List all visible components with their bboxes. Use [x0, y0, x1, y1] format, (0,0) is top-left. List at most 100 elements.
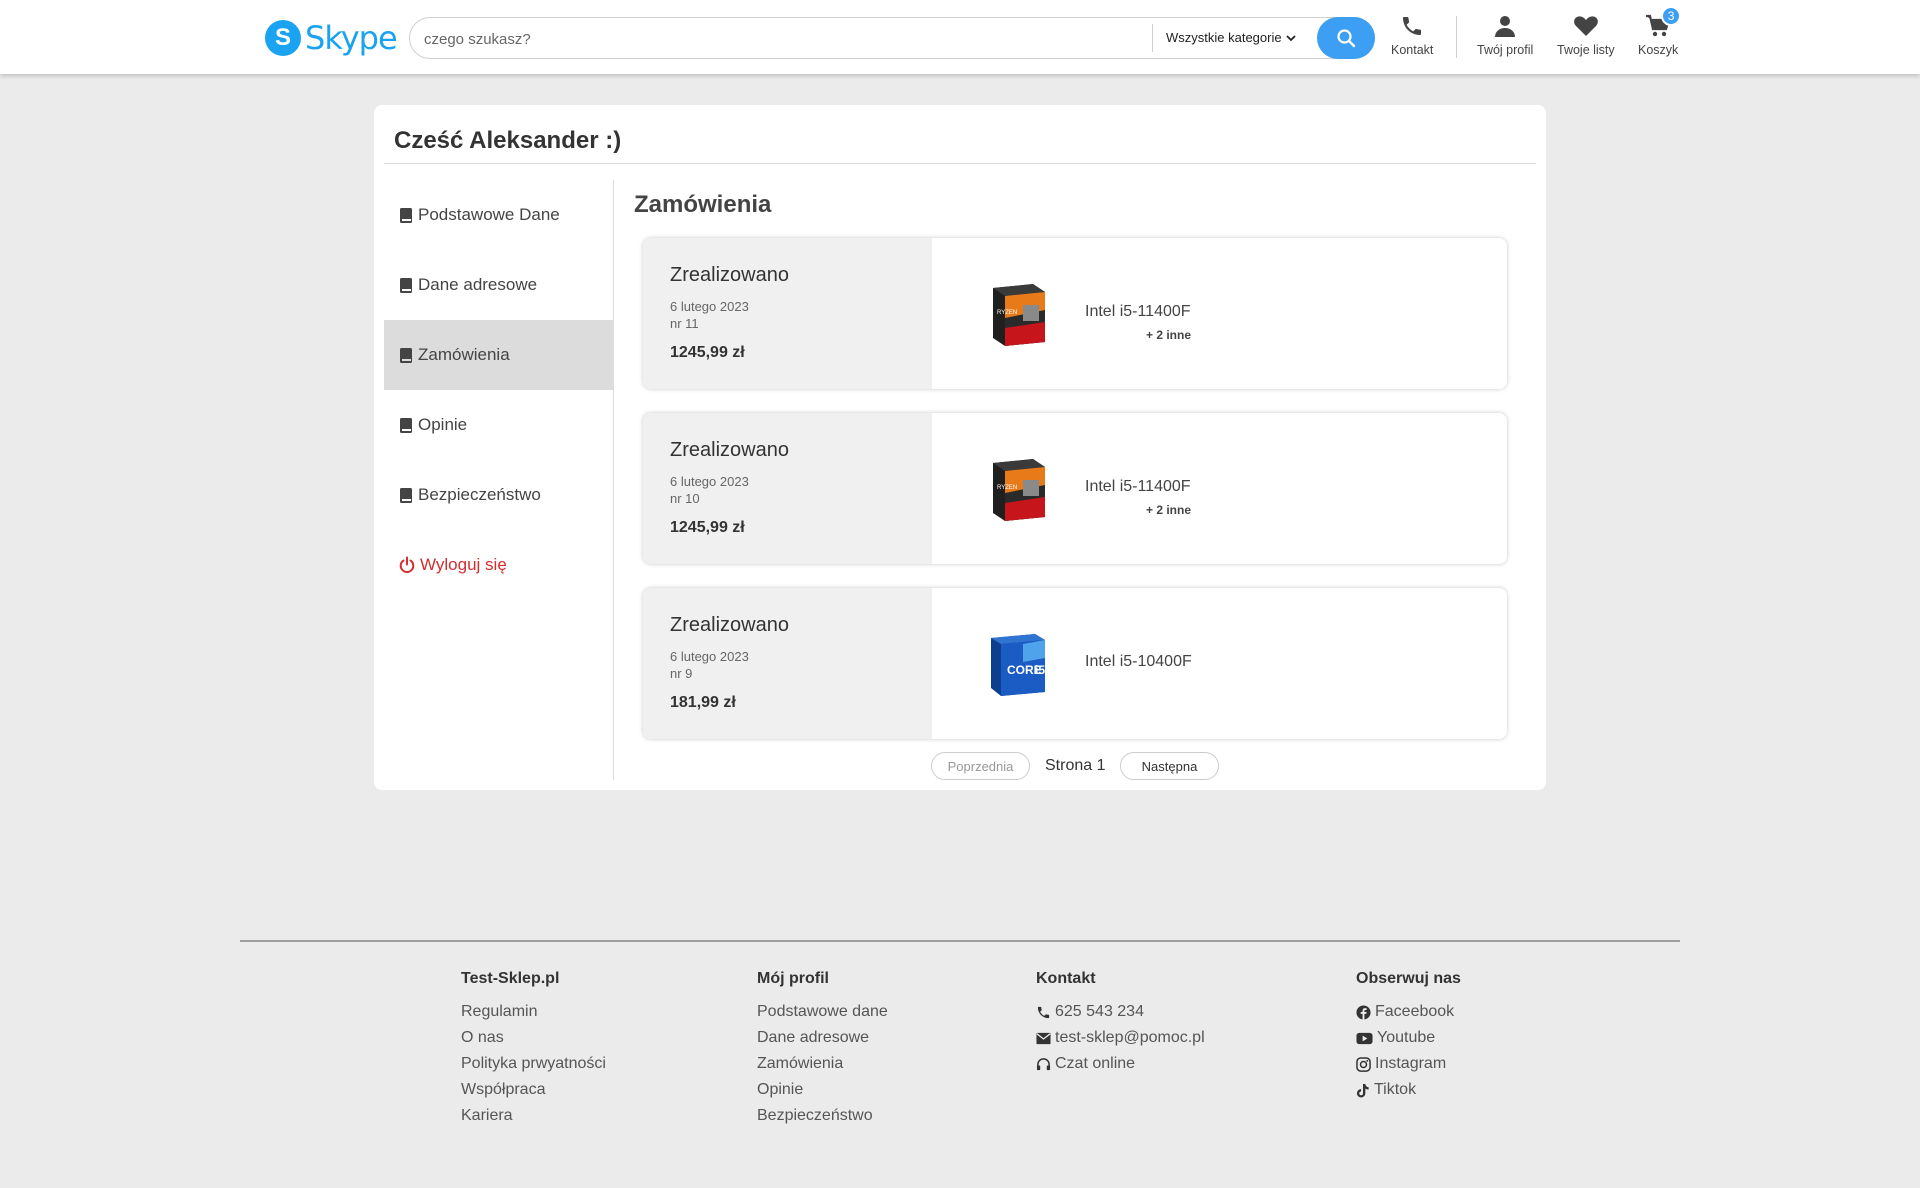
- order-number: nr 10: [670, 491, 700, 506]
- footer-link-email[interactable]: test-sklep@pomoc.pl: [1036, 1025, 1205, 1051]
- order-product-name: Intel i5-11400F: [1085, 478, 1191, 495]
- svg-text:RYZEN: RYZEN: [997, 485, 1017, 491]
- category-select-label: Wszystkie kategorie: [1166, 30, 1282, 45]
- intel-box-thumbnail: CORE i5: [991, 634, 1045, 696]
- sidebar-item-label: Zamówienia: [418, 345, 510, 364]
- footer-column-contact: Kontakt 625 543 234 test-sklep@pomoc.pl …: [1036, 970, 1205, 1077]
- heart-icon: [1573, 16, 1598, 36]
- cart-count-badge: 3: [1661, 6, 1682, 26]
- instagram-icon: [1356, 1056, 1371, 1072]
- facebook-icon: [1356, 1004, 1371, 1020]
- previous-page-button[interactable]: Poprzednia: [931, 752, 1030, 780]
- search-button[interactable]: [1317, 17, 1375, 59]
- footer-link-label: Youtube: [1377, 1029, 1436, 1046]
- greeting-divider: [384, 163, 1536, 164]
- footer-link-label: Faceebook: [1375, 1003, 1455, 1020]
- footer-link-tiktok[interactable]: Tiktok: [1356, 1077, 1461, 1103]
- order-card[interactable]: Zrealizowano 6 lutego 2023 nr 9 181,99 z…: [643, 588, 1507, 739]
- order-more-count: + 2 inne: [1146, 503, 1192, 517]
- footer-link-orders[interactable]: Zamówienia: [757, 1051, 888, 1077]
- order-date: 6 lutego 2023: [670, 649, 749, 664]
- footer-link-facebook[interactable]: Faceebook: [1356, 999, 1461, 1025]
- chevron-down-icon: [1285, 34, 1296, 41]
- book-icon: [400, 207, 412, 223]
- order-summary: Zrealizowano 6 lutego 2023 nr 9 181,99 z…: [643, 588, 932, 739]
- sidebar-item-orders[interactable]: Zamówienia: [384, 320, 613, 390]
- cart-label: Koszyk: [1638, 43, 1679, 57]
- order-total: 1245,99 zł: [670, 344, 745, 361]
- footer-link-about[interactable]: O nas: [461, 1025, 606, 1051]
- book-icon: [400, 487, 412, 503]
- profile-button[interactable]: Twój profil: [1477, 14, 1533, 57]
- site-header: S Skype Wszystkie kategorie Kontakt Twój…: [0, 0, 1920, 74]
- order-number: nr 11: [670, 316, 699, 331]
- footer-link-label: 625 543 234: [1055, 1003, 1144, 1020]
- search-icon: [1337, 29, 1356, 48]
- order-card[interactable]: Zrealizowano 6 lutego 2023 nr 10 1245,99…: [643, 413, 1507, 564]
- cart-button[interactable]: 3 Koszyk: [1638, 6, 1682, 57]
- phone-icon: [1037, 1006, 1050, 1018]
- footer-link-youtube[interactable]: Youtube: [1356, 1025, 1461, 1051]
- footer-link-label: test-sklep@pomoc.pl: [1055, 1029, 1205, 1046]
- page-indicator: Strona 1: [1045, 757, 1106, 774]
- sidebar-item-reviews[interactable]: Opinie: [384, 390, 613, 460]
- search-input[interactable]: [424, 27, 1104, 51]
- order-product-name: Intel i5-10400F: [1085, 653, 1192, 670]
- footer-column-title: Mój profil: [757, 970, 829, 987]
- footer-link-cooperation[interactable]: Współpraca: [461, 1077, 606, 1103]
- footer-link-instagram[interactable]: Instagram: [1356, 1051, 1461, 1077]
- order-more-count: + 2 inne: [1146, 328, 1192, 342]
- account-sidebar: Podstawowe Dane Dane adresowe Zamówienia…: [384, 180, 613, 600]
- footer-divider: [240, 940, 1680, 942]
- footer-link-career[interactable]: Kariera: [461, 1103, 606, 1129]
- footer-link-address-data[interactable]: Dane adresowe: [757, 1025, 888, 1051]
- sidebar-item-label: Wyloguj się: [420, 555, 507, 574]
- contact-label: Kontakt: [1391, 43, 1434, 57]
- book-icon: [400, 347, 412, 363]
- order-summary: Zrealizowano 6 lutego 2023 nr 10 1245,99…: [643, 413, 932, 564]
- footer-link-security[interactable]: Bezpieczeństwo: [757, 1103, 888, 1129]
- footer-link-terms[interactable]: Regulamin: [461, 999, 606, 1025]
- order-status: Zrealizowano: [670, 614, 789, 636]
- footer-link-privacy[interactable]: Polityka prwyatności: [461, 1051, 606, 1077]
- header-separator: [1456, 16, 1457, 58]
- footer-column-shop: Test-Sklep.pl Regulamin O nas Polityka p…: [461, 970, 606, 1129]
- search-bar: Wszystkie kategorie: [409, 17, 1375, 59]
- sidebar-item-address-data[interactable]: Dane adresowe: [384, 250, 613, 320]
- order-summary: Zrealizowano 6 lutego 2023 nr 11 1245,99…: [643, 238, 932, 389]
- order-total: 1245,99 zł: [670, 519, 745, 536]
- sidebar-item-label: Dane adresowe: [418, 275, 538, 294]
- headset-icon: [1036, 1057, 1051, 1070]
- order-status: Zrealizowano: [670, 439, 789, 461]
- youtube-icon: [1356, 1032, 1373, 1044]
- footer-link-phone[interactable]: 625 543 234: [1036, 999, 1205, 1025]
- svg-text:RYZEN: RYZEN: [997, 310, 1017, 316]
- svg-text:i5: i5: [1035, 663, 1045, 677]
- skype-logo[interactable]: S Skype: [265, 18, 398, 58]
- order-card[interactable]: Zrealizowano 6 lutego 2023 nr 11 1245,99…: [643, 238, 1507, 389]
- sidebar-item-label: Bezpieczeństwo: [418, 485, 541, 504]
- sidebar-item-security[interactable]: Bezpieczeństwo: [384, 460, 613, 530]
- category-select[interactable]: Wszystkie kategorie: [1166, 30, 1296, 45]
- footer-link-reviews[interactable]: Opinie: [757, 1077, 888, 1103]
- profile-label: Twój profil: [1477, 43, 1534, 57]
- lists-button[interactable]: Twoje listy: [1557, 14, 1615, 57]
- order-date: 6 lutego 2023: [670, 299, 749, 314]
- skype-logo-icon: S: [265, 20, 301, 56]
- logo-text: Skype: [305, 19, 398, 57]
- footer-link-label: Tiktok: [1374, 1081, 1417, 1098]
- footer-link-label: Instagram: [1375, 1055, 1447, 1072]
- next-page-button[interactable]: Następna: [1120, 752, 1219, 780]
- footer-link-chat[interactable]: Czat online: [1036, 1051, 1205, 1077]
- order-total: 181,99 zł: [670, 694, 736, 711]
- footer-link-basic-data[interactable]: Podstawowe dane: [757, 999, 888, 1025]
- footer-link-label: Czat online: [1055, 1055, 1136, 1072]
- footer-column-title: Kontakt: [1036, 970, 1096, 987]
- sidebar-item-basic-data[interactable]: Podstawowe Dane: [384, 180, 613, 250]
- order-product-name: Intel i5-11400F: [1085, 303, 1191, 320]
- sidebar-item-logout[interactable]: Wyloguj się: [384, 530, 613, 600]
- contact-button[interactable]: Kontakt: [1391, 14, 1433, 57]
- sidebar-item-label: Opinie: [418, 415, 468, 434]
- order-status: Zrealizowano: [670, 264, 789, 286]
- cart-icon-wrap: 3: [1645, 6, 1682, 43]
